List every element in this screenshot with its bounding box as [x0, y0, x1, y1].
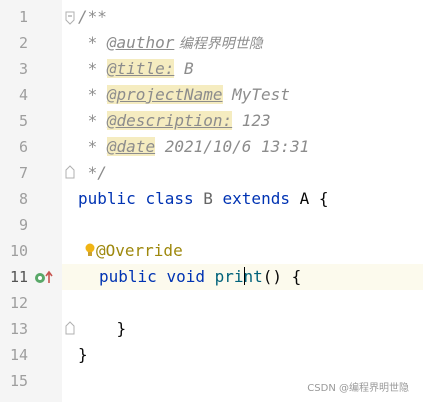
code-line-2[interactable]: * @author 编程界明世隐	[78, 30, 423, 56]
gutter-line-15: 15	[0, 368, 62, 394]
code-line-8[interactable]: public class B extends A {	[78, 186, 423, 212]
gutter-line-7: 7	[0, 160, 62, 186]
code-line-9[interactable]	[78, 212, 423, 238]
line-number: 4	[18, 86, 28, 104]
doc-tag-value: 123	[232, 111, 271, 130]
fold-marker-icon[interactable]	[64, 4, 76, 30]
line-number: 12	[9, 294, 28, 312]
code-line-1[interactable]: /**	[78, 4, 423, 30]
annotation-override: @Override	[96, 241, 183, 260]
code-line-7[interactable]: */	[78, 160, 423, 186]
gutter-line-4: 4	[0, 82, 62, 108]
code-line-4[interactable]: * @projectName MyTest	[78, 82, 423, 108]
line-number: 15	[9, 372, 28, 390]
doc-tag-projectname: @projectName	[106, 85, 223, 104]
code-line-10[interactable]: @Override	[84, 238, 423, 264]
line-number: 3	[18, 60, 28, 78]
line-number-current: 11	[9, 268, 28, 286]
lightbulb-icon[interactable]	[84, 240, 96, 266]
method-name-part2: nt	[243, 267, 263, 286]
code-line-6[interactable]: * @date 2021/10/6 13:31	[78, 134, 423, 160]
gutter-line-10: 10	[0, 238, 62, 264]
gutter-line-8: 8	[0, 186, 62, 212]
gutter-line-6: 6	[0, 134, 62, 160]
code-line-13[interactable]: }	[78, 316, 423, 342]
comment-prefix: *	[78, 33, 107, 52]
gutter-line-11: 11	[0, 264, 62, 290]
superclass-name: A {	[299, 189, 329, 208]
line-number: 1	[18, 8, 28, 26]
doc-tag-value: 2021/10/6 13:31	[155, 137, 310, 156]
doc-tag-value: 编程界明世隐	[174, 36, 263, 52]
code-line-3[interactable]: * @title: B	[78, 56, 423, 82]
method-signature-rest: () {	[262, 267, 302, 286]
code-line-5[interactable]: * @description: 123	[78, 108, 423, 134]
watermark: CSDN @编程界明世隐	[307, 383, 409, 394]
line-number: 14	[9, 346, 28, 364]
doc-comment-start: /**	[78, 7, 107, 26]
keyword-void: void	[166, 267, 205, 286]
gutter-line-1: 1	[0, 4, 62, 30]
keyword-public: public	[78, 189, 136, 208]
line-number: 6	[18, 138, 28, 156]
keyword-public: public	[99, 267, 157, 286]
gutter-line-2: 2	[0, 30, 62, 56]
doc-tag-description: @description:	[106, 111, 233, 130]
editor-gutter: 1 2 3 4 5 6 7 8 9 10 11 12 13 14 15	[0, 0, 62, 402]
line-number: 13	[9, 320, 28, 338]
gutter-line-5: 5	[0, 108, 62, 134]
doc-tag-value: B	[174, 59, 194, 78]
fold-marker-icon[interactable]	[64, 160, 76, 186]
code-line-14[interactable]: }	[78, 342, 423, 368]
gutter-line-9: 9	[0, 212, 62, 238]
line-number: 5	[18, 112, 28, 130]
keyword-extends: extends	[222, 189, 290, 208]
keyword-class: class	[145, 189, 194, 208]
class-name: B	[203, 189, 213, 208]
closing-brace-method: }	[78, 319, 127, 338]
gutter-line-12: 12	[0, 290, 62, 316]
line-number: 2	[18, 34, 28, 52]
code-line-11[interactable]: public void print() {	[99, 264, 423, 290]
override-method-icon[interactable]	[34, 270, 54, 284]
comment-prefix: *	[78, 85, 107, 104]
doc-tag-value: MyTest	[222, 85, 290, 104]
fold-marker-icon[interactable]	[64, 316, 76, 342]
line-number: 9	[18, 216, 28, 234]
gutter-line-13: 13	[0, 316, 62, 342]
line-number: 10	[9, 242, 28, 260]
doc-tag-date: @date	[106, 137, 156, 156]
comment-prefix: *	[78, 59, 107, 78]
line-number: 8	[18, 190, 28, 208]
doc-tag-author: @author	[106, 33, 175, 52]
gutter-line-14: 14	[0, 342, 62, 368]
line-number: 7	[18, 164, 28, 182]
doc-tag-title: @title:	[106, 59, 175, 78]
comment-prefix: *	[78, 111, 107, 130]
method-name-part1: pri	[214, 267, 244, 286]
code-line-12[interactable]	[78, 290, 423, 316]
closing-brace-class: }	[78, 345, 88, 364]
gutter-line-3: 3	[0, 56, 62, 82]
doc-comment-end: */	[78, 163, 107, 182]
comment-prefix: *	[78, 137, 107, 156]
